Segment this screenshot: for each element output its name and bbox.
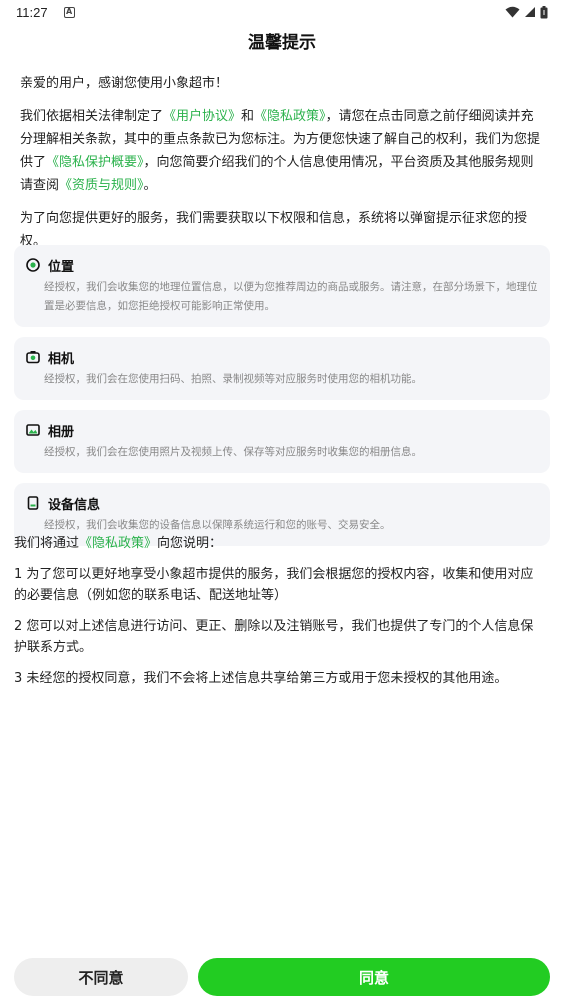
wifi-icon: [505, 6, 520, 18]
album-icon: [26, 423, 40, 437]
privacy-policy-link-2[interactable]: 《隐私政策》: [79, 536, 157, 551]
text-segment: 。: [143, 178, 157, 193]
text-segment: 我们将通过: [14, 536, 80, 551]
privacy-policy-link[interactable]: 《隐私政策》: [254, 109, 326, 124]
dialog-title: 温馨提示: [248, 33, 316, 53]
permission-title: 相册: [48, 424, 75, 440]
camera-icon: [26, 350, 40, 364]
text-segment: 向您说明：: [157, 536, 223, 551]
text-segment: 我们依据相关法律制定了: [20, 109, 164, 124]
qualification-rules-link[interactable]: 《资质与规则》: [59, 178, 144, 193]
agree-button[interactable]: 同意: [198, 958, 550, 996]
explanation-item: 3 未经您的授权同意，我们不会将上述信息共享给第三方或用于您未授权的其他用途。: [14, 671, 508, 686]
disagree-button[interactable]: 不同意: [14, 958, 188, 996]
permission-desc: 经授权，我们会收集您的地理位置信息，以便为您推荐周边的商品或服务。请注意，在部分…: [44, 281, 538, 312]
permission-card-album: 相册 经授权，我们会在您使用照片及视频上传、保存等对应服务时收集您的相册信息。: [14, 410, 550, 473]
permission-desc: 经授权，我们会在您使用扫码、拍照、录制视频等对应服务时使用您的相机功能。: [44, 373, 422, 385]
greeting: 亲爱的用户，感谢您使用小象超市！: [20, 76, 229, 91]
status-bar: 11:27 A: [0, 0, 564, 24]
permission-title: 设备信息: [48, 497, 101, 513]
permission-card-location: 位置 经授权，我们会收集您的地理位置信息，以便为您推荐周边的商品或服务。请注意，…: [14, 245, 550, 327]
intro-content: 亲爱的用户，感谢您使用小象超市！ 我们依据相关法律制定了《用户协议》和《隐私政策…: [20, 72, 544, 263]
permission-desc: 经授权，我们会在您使用照片及视频上传、保存等对应服务时收集您的相册信息。: [44, 446, 422, 458]
device-icon: [26, 496, 40, 510]
notification-icon: A: [63, 6, 75, 18]
signal-icon: [525, 7, 535, 17]
status-time: 11:27: [16, 4, 48, 20]
battery-icon: [540, 5, 548, 18]
permission-card-camera: 相机 经授权，我们会在您使用扫码、拍照、录制视频等对应服务时使用您的相机功能。: [14, 337, 550, 400]
permission-title: 相机: [48, 351, 75, 367]
explanation-item: 2 您可以对上述信息进行访问、更正、删除以及注销账号，我们也提供了专门的个人信息…: [14, 619, 534, 655]
location-icon: [26, 258, 40, 272]
agreement-paragraph: 我们依据相关法律制定了《用户协议》和《隐私政策》，请您在点击同意之前仔细阅读并充…: [20, 105, 544, 197]
user-agreement-link[interactable]: 《用户协议》: [163, 109, 241, 124]
text-segment: 和: [241, 109, 255, 124]
privacy-summary-link[interactable]: 《隐私保护概要》: [46, 155, 144, 170]
explanation-intro: 我们将通过《隐私政策》向您说明：: [14, 533, 544, 554]
explanation-item: 1 为了您可以更好地享受小象超市提供的服务，我们会根据您的授权内容，收集和使用对…: [14, 567, 534, 603]
status-icons: [505, 5, 548, 19]
privacy-explanation: 我们将通过《隐私政策》向您说明： 1 为了您可以更好地享受小象超市提供的服务，我…: [14, 533, 544, 699]
permission-title: 位置: [48, 259, 75, 275]
permission-list: 位置 经授权，我们会收集您的地理位置信息，以便为您推荐周边的商品或服务。请注意，…: [14, 245, 550, 556]
